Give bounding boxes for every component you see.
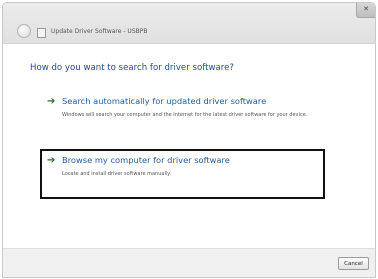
update-driver-dialog: Update Driver Software - USBPB ✕ How do …	[2, 2, 376, 278]
close-button[interactable]: ✕	[356, 3, 375, 18]
title-bar: Update Driver Software - USBPB ✕	[3, 3, 375, 44]
page-heading: How do you want to search for driver sof…	[30, 63, 234, 73]
device-icon	[37, 28, 46, 38]
back-button[interactable]	[17, 24, 31, 38]
dialog-footer: Cancel	[3, 248, 375, 277]
green-arrow-icon: ➔	[47, 96, 56, 107]
window-title: Update Driver Software - USBPB	[51, 28, 148, 35]
option-title[interactable]: Search automatically for updated driver …	[62, 96, 266, 106]
option-description: Windows will search your computer and th…	[62, 112, 308, 118]
highlight-frame	[40, 149, 325, 199]
cancel-button[interactable]: Cancel	[338, 257, 369, 270]
